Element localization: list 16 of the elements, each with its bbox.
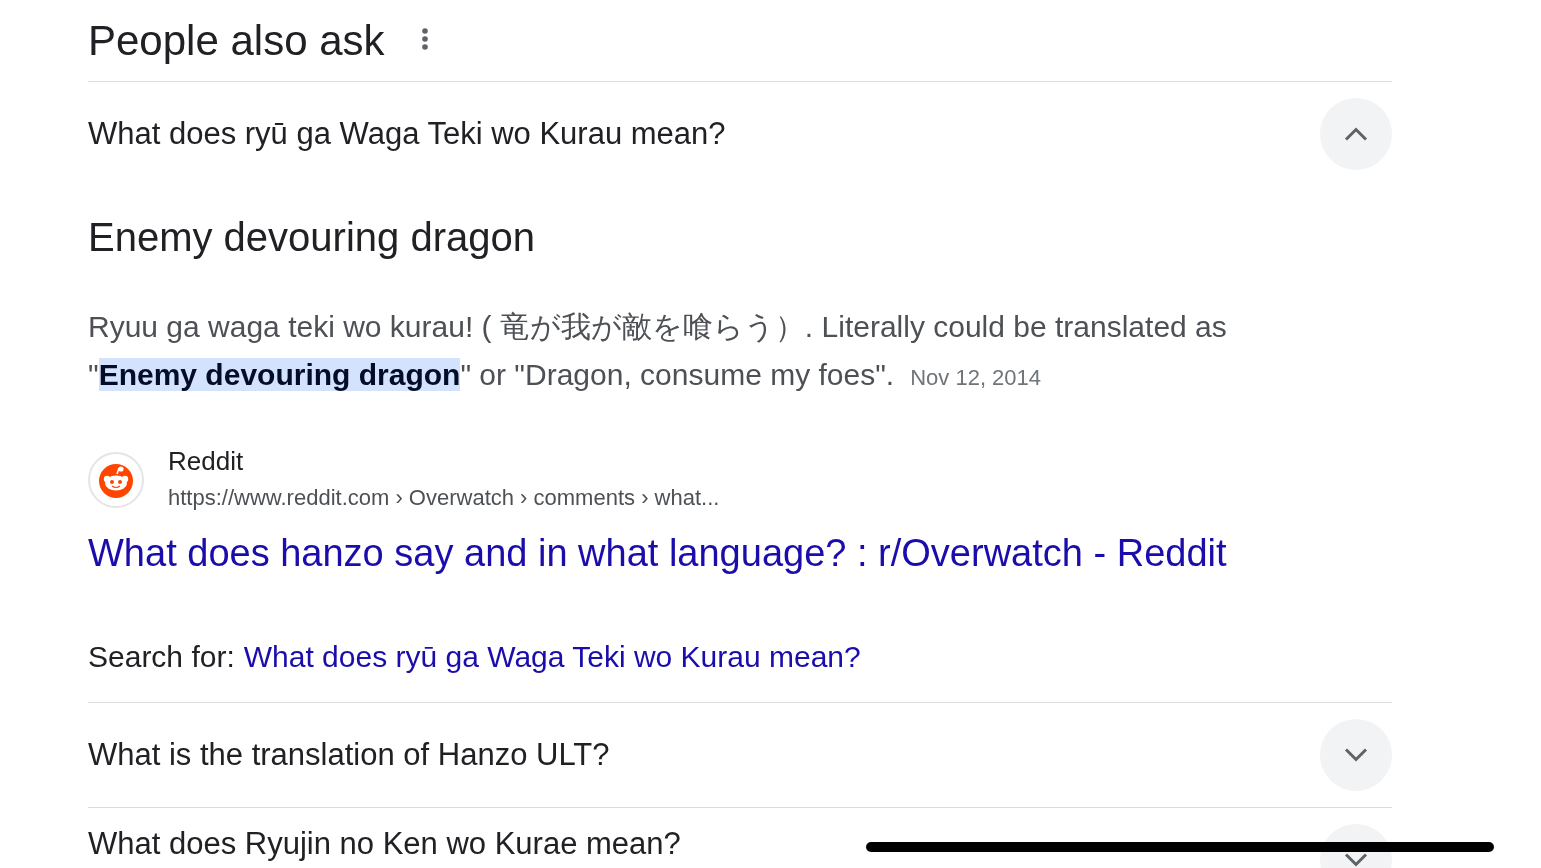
result-title-link[interactable]: What does hanzo say and in what language? : r/Overwatch - Reddit bbox=[88, 529, 1227, 577]
question-text[interactable]: What does ryū ga Waga Teki wo Kurau mean? bbox=[88, 116, 726, 152]
search-for-label: Search for: bbox=[88, 639, 235, 675]
answer-snippet: Ryuu ga waga teki wo kurau! ( 竜が我が敵を喰らう）. Literally could be translated as "Enemy devouring dragon" or "Dragon, consume my foes". Nov 12, 2014 bbox=[88, 309, 1228, 393]
chevron-down-icon bbox=[1344, 853, 1368, 867]
answer-heading: Enemy devouring dragon bbox=[88, 214, 535, 261]
chevron-down-icon bbox=[1344, 748, 1368, 762]
more-options-icon[interactable] bbox=[421, 27, 428, 50]
chevron-up-icon bbox=[1344, 127, 1368, 141]
question-text[interactable]: What does Ryujin no Ken wo Kurae mean? bbox=[88, 826, 681, 862]
section-title: People also ask bbox=[88, 15, 385, 66]
source-url[interactable]: https://www.reddit.com › Overwatch › comments › what... bbox=[168, 479, 720, 517]
source-name[interactable]: Reddit bbox=[168, 443, 244, 479]
question-text[interactable]: What is the translation of Hanzo ULT? bbox=[88, 737, 610, 773]
search-query-link[interactable]: What does ryū ga Waga Teki wo Kurau mean? bbox=[243, 635, 861, 679]
alien-logo-icon[interactable] bbox=[88, 452, 144, 508]
